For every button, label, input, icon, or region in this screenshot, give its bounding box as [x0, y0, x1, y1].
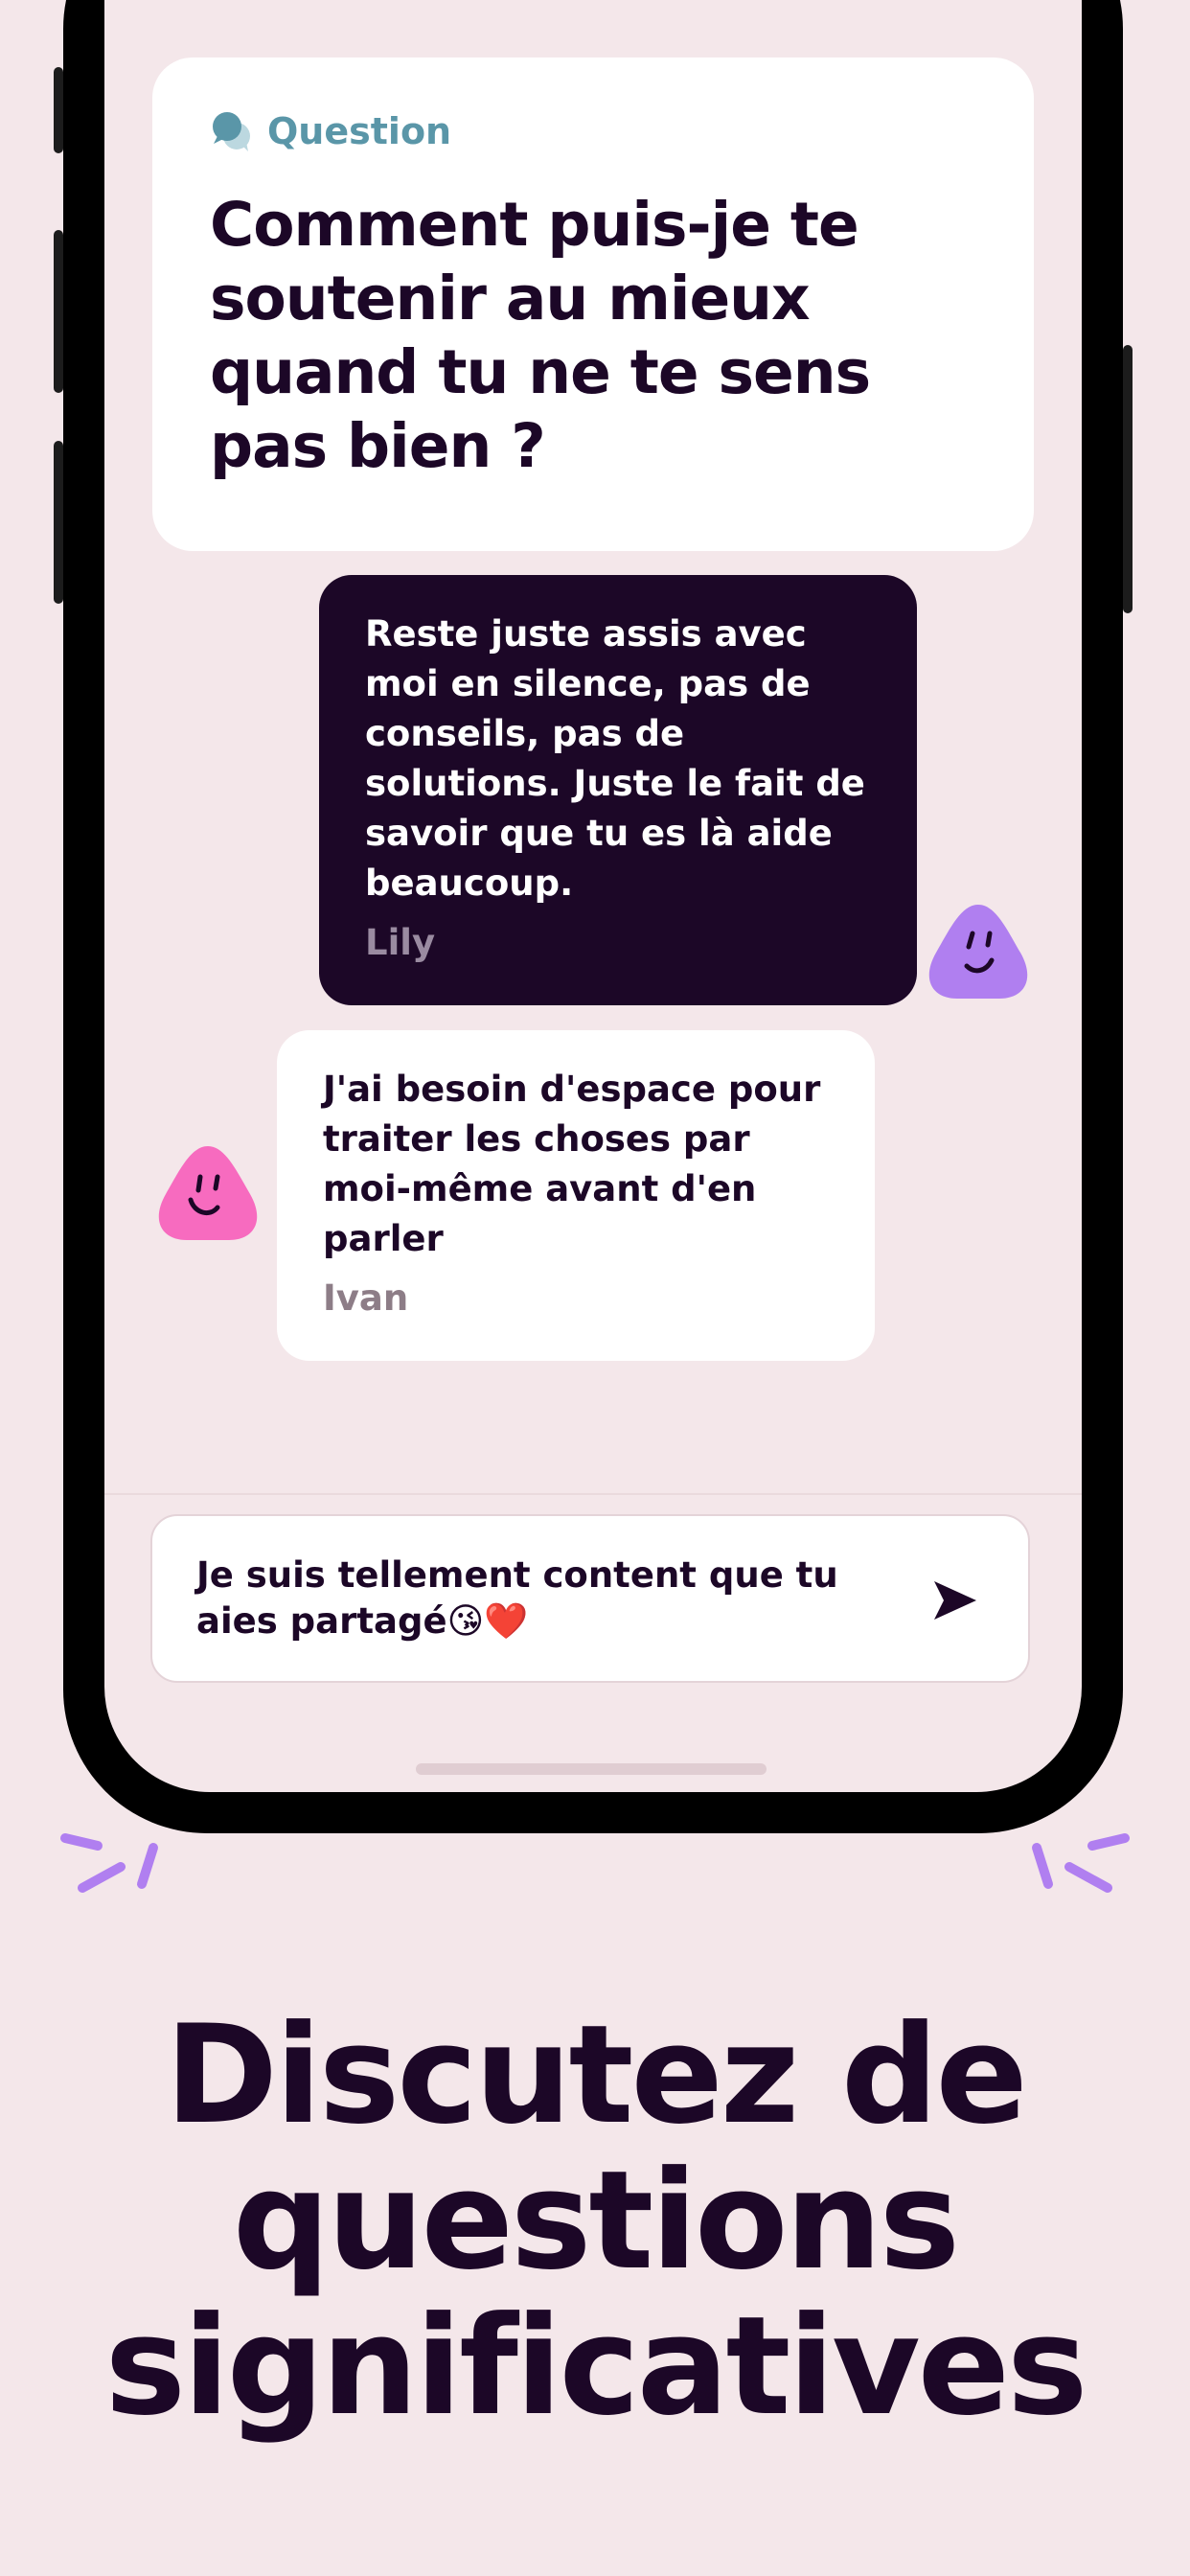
chat-bubbles-icon: [213, 112, 250, 151]
smiley-avatar-icon[interactable]: [925, 901, 1032, 1000]
question-label: Question: [210, 109, 978, 153]
phone-screen: Question Comment puis-je te soutenir au …: [104, 0, 1082, 1792]
phone-button-volume-down: [54, 441, 63, 604]
phone-frame: Question Comment puis-je te soutenir au …: [54, 0, 1133, 1833]
message-text: J'ai besoin d'espace pour traiter les ch…: [323, 1069, 821, 1259]
home-indicator: [416, 1763, 767, 1775]
sparkle-right-icon: [1032, 1833, 1130, 1893]
composer-divider: [104, 1493, 1082, 1495]
question-card: Question Comment puis-je te soutenir au …: [152, 58, 1034, 551]
question-label-text: Question: [267, 110, 452, 152]
message-input-text: Je suis tellement content que tu aies pa…: [196, 1554, 838, 1642]
question-text: Comment puis-je te soutenir au mieux qua…: [210, 190, 871, 481]
phone-button-volume-up: [54, 230, 63, 393]
message-author: Lily: [365, 922, 436, 963]
send-icon[interactable]: [932, 1579, 978, 1622]
sparkle-left-icon: [60, 1833, 158, 1893]
message-input[interactable]: Je suis tellement content que tu aies pa…: [150, 1514, 1030, 1683]
message-author: Ivan: [323, 1277, 409, 1319]
message-bubble-lily[interactable]: Reste juste assis avec moi en silence, p…: [319, 575, 917, 1005]
phone-button-mute: [54, 67, 63, 153]
headline: Discutez de questions significatives: [104, 1996, 1088, 2446]
smiley-avatar-icon[interactable]: [154, 1142, 262, 1242]
message-bubble-ivan[interactable]: J'ai besoin d'espace pour traiter les ch…: [277, 1030, 875, 1361]
phone-button-power: [1123, 345, 1133, 613]
message-text: Reste juste assis avec moi en silence, p…: [365, 613, 865, 904]
